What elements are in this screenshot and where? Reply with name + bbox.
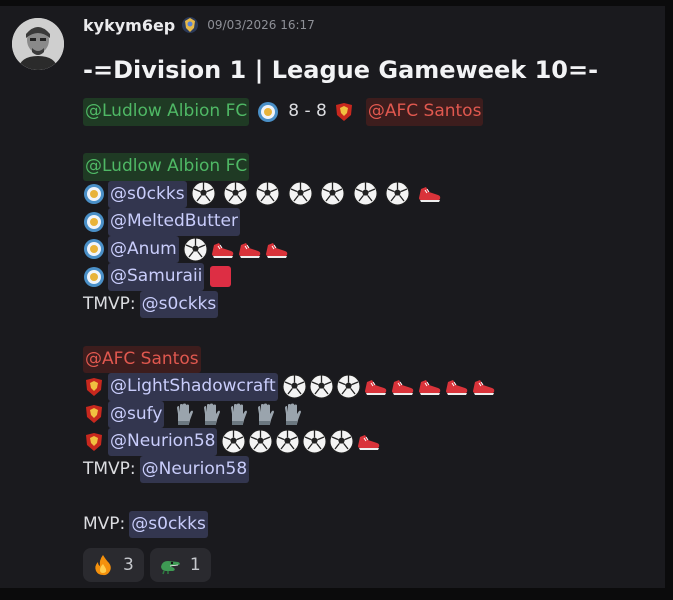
player-mention[interactable]: @LightShadowcraft	[108, 373, 278, 401]
away-section-header: @AFC Santos	[83, 345, 655, 373]
reactions-bar: 3 1	[83, 548, 211, 582]
soccer-ball-icon	[183, 237, 208, 262]
soccer-ball-icon	[221, 429, 246, 454]
role-badge-icon[interactable]	[181, 16, 199, 34]
crocodile-icon	[158, 553, 182, 577]
ludlow-crest-icon	[83, 211, 105, 233]
boot-icon	[356, 429, 381, 454]
boot-icon	[264, 237, 289, 262]
soccer-ball-icon	[385, 181, 410, 206]
author-name[interactable]: kykym6ep	[83, 16, 175, 35]
app-frame: kykym6ep 09/03/2026 16:17 -=Division 1 |…	[0, 0, 673, 600]
player-mention[interactable]: @Neurion58	[108, 428, 218, 456]
avatar[interactable]	[12, 18, 64, 70]
goalkeeper-glove-icon	[253, 402, 278, 427]
tmvp-label: TMVP:	[83, 293, 136, 314]
message-content: kykym6ep 09/03/2026 16:17 -=Division 1 |…	[83, 14, 655, 538]
tmvp-mention[interactable]: @s0ckks	[139, 290, 219, 318]
soccer-ball-icon	[223, 181, 248, 206]
soccer-ball-icon	[282, 374, 307, 399]
soccer-ball-icon	[320, 181, 345, 206]
player-row: @Neurion58	[83, 428, 655, 456]
fire-icon	[91, 553, 115, 577]
goalkeeper-glove-icon	[226, 402, 251, 427]
boot-icon	[471, 374, 496, 399]
timestamp: 09/03/2026 16:17	[207, 18, 315, 32]
boot-icon	[210, 237, 235, 262]
soccer-ball-icon	[255, 181, 280, 206]
player-row: @sufy	[83, 400, 655, 428]
soccer-ball-icon	[309, 374, 334, 399]
goal-icons	[191, 181, 445, 209]
player-mention[interactable]: @s0ckks	[108, 180, 187, 208]
boot-icon	[417, 374, 442, 399]
message-header: kykym6ep 09/03/2026 16:17	[83, 14, 655, 36]
soccer-ball-icon	[336, 374, 361, 399]
santos-crest-icon	[83, 431, 105, 453]
soccer-ball-icon	[191, 181, 216, 206]
reaction-crocodile[interactable]: 1	[149, 548, 211, 582]
reaction-count: 3	[123, 555, 134, 575]
ludlow-crest-icon	[83, 183, 105, 205]
santos-crest-icon	[83, 403, 105, 425]
boot-icon	[363, 374, 388, 399]
goalkeeper-glove-icon	[199, 402, 224, 427]
ludlow-crest-icon	[257, 101, 279, 123]
goalkeeper-glove-icon	[280, 402, 305, 427]
santos-crest-icon	[333, 101, 355, 123]
player-mention[interactable]: @Samuraii	[108, 263, 205, 291]
away-team-mention[interactable]: @AFC Santos	[83, 345, 201, 373]
ludlow-crest-icon	[83, 238, 105, 260]
player-row: @LightShadowcraft	[83, 373, 655, 401]
player-mention[interactable]: @sufy	[108, 400, 165, 428]
player-row: @MeltedButter	[83, 208, 655, 236]
away-team-mention[interactable]: @AFC Santos	[365, 98, 484, 126]
player-row: @Samuraii	[83, 263, 655, 291]
message-title: -=Division 1 | League Gameweek 10=-	[83, 56, 599, 84]
mvp-mention[interactable]: @s0ckks	[129, 510, 208, 538]
player-mention[interactable]: @Anum	[108, 235, 179, 263]
reaction-fire[interactable]: 3	[83, 548, 144, 582]
mvp-label: MVP:	[83, 513, 126, 534]
home-team-mention[interactable]: @Ludlow Albion FC	[83, 153, 250, 181]
chat-message: kykym6ep 09/03/2026 16:17 -=Division 1 |…	[0, 6, 665, 588]
soccer-ball-icon	[288, 181, 313, 206]
reaction-count: 1	[189, 555, 201, 575]
soccer-ball-icon	[353, 181, 378, 206]
soccer-ball-icon	[275, 429, 300, 454]
player-row: @s0ckks	[83, 180, 655, 209]
boot-icon	[237, 237, 262, 262]
goalkeeper-glove-icon	[172, 402, 197, 427]
santos-crest-icon	[83, 376, 105, 398]
boot-icon	[390, 374, 415, 399]
boot-icon	[444, 374, 469, 399]
player-row: @Anum	[83, 235, 655, 263]
soccer-ball-icon	[329, 429, 354, 454]
home-section-header: @Ludlow Albion FC	[83, 153, 655, 181]
player-mention[interactable]: @MeltedButter	[108, 208, 240, 236]
red-card-icon	[208, 264, 233, 289]
soccer-ball-icon	[302, 429, 327, 454]
ludlow-crest-icon	[83, 266, 105, 288]
boot-icon	[417, 181, 442, 206]
tmvp-line: TMVP: @s0ckks	[83, 290, 655, 318]
score-line: @Ludlow Albion FC 8 - 8 @AFC Santos	[83, 98, 655, 126]
tmvp-line: TMVP: @Neurion58	[83, 455, 655, 483]
mvp-line: MVP: @s0ckks	[83, 510, 655, 538]
soccer-ball-icon	[248, 429, 273, 454]
tmvp-label: TMVP:	[83, 458, 136, 479]
tmvp-mention[interactable]: @Neurion58	[139, 455, 250, 483]
home-team-mention[interactable]: @Ludlow Albion FC	[83, 98, 250, 126]
match-score: 8 - 8	[288, 101, 327, 121]
